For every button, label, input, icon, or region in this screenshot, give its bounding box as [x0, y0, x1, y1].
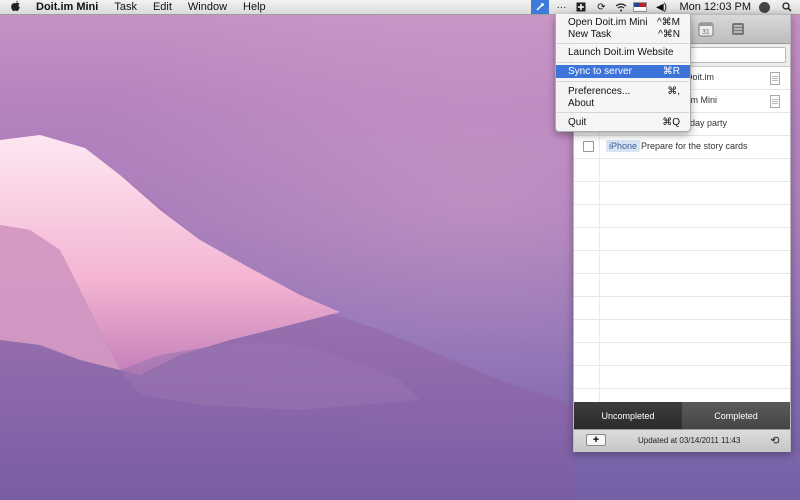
apple-menu-icon[interactable] [10, 0, 24, 15]
dots-icon[interactable]: ··· [553, 0, 569, 14]
empty-row [574, 251, 790, 274]
refresh-icon[interactable]: ⟲ [768, 434, 782, 448]
svg-text:31: 31 [702, 29, 710, 36]
tab-completed[interactable]: Completed [682, 402, 790, 429]
clock[interactable]: Mon 12:03 PM [679, 0, 751, 14]
search-input[interactable] [688, 47, 786, 63]
task-menu[interactable]: Task [114, 0, 137, 14]
flag-icon[interactable] [633, 2, 648, 12]
plus-square-icon[interactable] [573, 0, 589, 14]
status-bar: + Updated at 03/14/2011 11:43 ⟲ [574, 429, 790, 452]
empty-row [574, 228, 790, 251]
menu-item-label: Quit [568, 117, 587, 128]
table-row[interactable]: iPhone Prepare for the story cards [574, 136, 790, 159]
menu-item-shortcut: ^⌘N [658, 29, 680, 40]
list-icon[interactable] [730, 21, 746, 37]
task-title[interactable]: Prepare for the story cards [641, 141, 748, 151]
menu-item-label: New Task [568, 29, 612, 40]
calendar-icon[interactable]: 31 [698, 21, 714, 37]
task-tag[interactable]: iPhone [606, 140, 641, 152]
empty-row [574, 366, 790, 389]
menu-item-shortcut: ⌘R [662, 66, 680, 77]
menu-separator [557, 81, 689, 82]
user-icon[interactable] [759, 1, 770, 13]
menu-separator [557, 43, 689, 44]
menu-item-label: Launch Doit.im Website [568, 47, 674, 58]
updated-status: Updated at 03/14/2011 11:43 [638, 436, 741, 445]
task-checkbox[interactable] [583, 141, 594, 152]
spotlight-icon[interactable] [780, 2, 794, 12]
menu-extras: ··· ⟳ ◀) Mon 12:03 PM [531, 0, 800, 14]
menu-item-launch-website[interactable]: Launch Doit.im Website [556, 46, 690, 59]
menu-bar: Doit.im Mini Task Edit Window Help ··· ⟳… [0, 0, 800, 15]
filter-tabs: Uncompleted Completed [574, 402, 790, 429]
empty-row [574, 159, 790, 182]
empty-row [574, 274, 790, 297]
task-title[interactable]: day party [690, 118, 727, 128]
add-task-button[interactable]: + [586, 434, 606, 446]
menu-item-shortcut: ⌘Q [662, 117, 680, 128]
window-menu[interactable]: Window [188, 0, 227, 14]
app-menu[interactable]: Doit.im Mini [36, 0, 98, 14]
tab-uncompleted[interactable]: Uncompleted [574, 402, 682, 429]
volume-icon[interactable]: ◀) [653, 0, 669, 14]
menu-item-label: Sync to server [568, 66, 632, 77]
menu-item-new-task[interactable]: New Task ^⌘N [556, 28, 690, 41]
empty-row [574, 205, 790, 228]
menu-item-sync[interactable]: Sync to server ⌘R [556, 65, 690, 78]
help-menu[interactable]: Help [243, 0, 266, 14]
empty-row [574, 297, 790, 320]
doit-menu-icon[interactable] [531, 0, 550, 14]
note-icon[interactable] [770, 95, 780, 108]
menu-item-quit[interactable]: Quit ⌘Q [556, 116, 690, 129]
empty-row [574, 343, 790, 366]
note-icon[interactable] [770, 72, 780, 85]
menu-item-label: About [568, 98, 595, 109]
empty-row [574, 320, 790, 343]
empty-row [574, 182, 790, 205]
sync-icon[interactable]: ⟳ [593, 0, 609, 14]
doit-dropdown-menu: Open Doit.im Mini ^⌘M New Task ^⌘N Launc… [555, 14, 691, 132]
wifi-icon[interactable] [613, 0, 629, 14]
edit-menu[interactable]: Edit [153, 0, 172, 14]
menu-separator [557, 112, 689, 113]
menu-separator [557, 62, 689, 63]
menu-item-about[interactable]: About [556, 97, 690, 110]
